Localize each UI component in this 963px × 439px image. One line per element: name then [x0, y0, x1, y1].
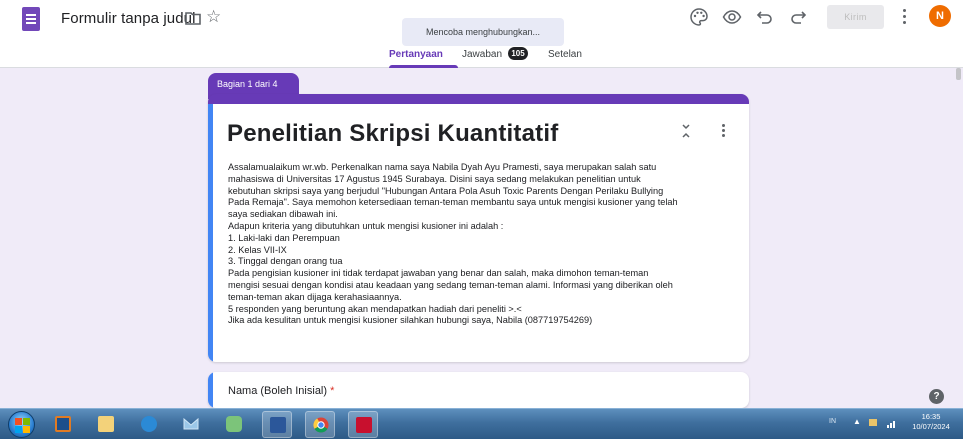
keyboard-language[interactable]: IN [829, 418, 836, 425]
description-line: kebutuhan skripsi saya yang berjudul "Hu… [228, 185, 664, 196]
start-logo-yellow [23, 426, 30, 433]
mail-glyph [183, 417, 199, 430]
focus-indicator-bar [208, 372, 213, 408]
description-line: mahasiswa di Universitas 17 Agustus 1945… [228, 173, 641, 184]
scrollbar-thumb[interactable] [956, 68, 961, 80]
description-line: Pada pengisian kusioner ini tidak terdap… [228, 268, 649, 279]
form-header-card[interactable]: Penelitian Skripsi Kuantitatif Assalamua… [208, 94, 749, 362]
required-asterisk: * [330, 385, 335, 397]
top-app-bar: Formulir tanpa judul ☆ Mencoba menghubun… [0, 0, 963, 68]
windows-start-button[interactable] [8, 411, 35, 438]
chrome-icon[interactable] [305, 411, 335, 438]
page-scrollbar[interactable] [952, 68, 963, 408]
clock-date: 10/07/2024 [912, 422, 950, 431]
start-logo-green [23, 418, 30, 425]
question-label: Nama (Boleh Inisial) [228, 385, 328, 397]
description-line: mengisi sesuai dengan kondisi atau keada… [228, 279, 673, 290]
description-line: Jika ada kesulitan untuk mengisi kusione… [228, 315, 593, 326]
word-glyph [270, 417, 286, 433]
forms-line [26, 14, 36, 16]
mail-icon[interactable] [176, 411, 206, 438]
tab-questions[interactable]: Pertanyaan [389, 49, 443, 60]
start-logo-red [15, 418, 22, 425]
network-volume-icon[interactable] [867, 417, 901, 429]
document-title[interactable]: Formulir tanpa judul [61, 10, 196, 27]
show-hidden-icons-icon[interactable]: ▲ [853, 417, 861, 426]
question-title[interactable]: Nama (Boleh Inisial) * [228, 385, 334, 397]
ie-glyph [141, 416, 157, 432]
form-title[interactable]: Penelitian Skripsi Kuantitatif [227, 120, 558, 148]
palette-icon[interactable] [689, 7, 709, 27]
start-logo-blue [15, 426, 22, 433]
help-icon[interactable]: ? [929, 389, 944, 404]
system-tray: IN ▲ 16:35 10/07/2024 [829, 409, 963, 439]
description-line: Pada Remaja". Saya memohon ketersediaan … [228, 197, 678, 208]
system-clock[interactable]: 16:35 10/07/2024 [901, 412, 961, 432]
section-more-options-icon[interactable] [722, 124, 725, 138]
description-line: Assalamualaikum wr.wb. Perkenalkan nama … [228, 162, 657, 172]
forms-line [26, 18, 36, 20]
description-line: Adapun kriteria yang dibutuhkan untuk me… [228, 220, 504, 231]
forms-line [26, 22, 36, 24]
clock-time: 16:35 [921, 412, 941, 421]
description-line: 1. Laki-laki dan Perempuan [228, 232, 340, 243]
tab-settings[interactable]: Setelan [548, 49, 582, 60]
chrome-glyph [313, 417, 329, 433]
avatar[interactable]: N [929, 5, 951, 27]
description-line: 2. Kelas VII-IX [228, 244, 287, 255]
description-line: saya sediakan dibawah ini. [228, 209, 338, 220]
responses-count-badge: 105 [508, 47, 528, 60]
file-explorer-icon[interactable] [91, 411, 121, 438]
chat-glyph [226, 416, 242, 432]
google-forms-icon[interactable] [22, 7, 40, 31]
description-line: teman-teman akan dijaga kerahasiaannya. [228, 291, 402, 302]
undo-icon[interactable] [755, 7, 775, 27]
pdf-reader-icon[interactable] [348, 411, 378, 438]
folder-icon[interactable] [185, 11, 201, 25]
preview-eye-icon[interactable] [722, 7, 742, 27]
connection-toast: Mencoba menghubungkan... [402, 18, 564, 46]
tab-responses[interactable]: Jawaban [462, 49, 502, 60]
active-tab-indicator [389, 65, 458, 68]
internet-explorer-icon[interactable] [134, 411, 164, 438]
word-icon[interactable] [262, 411, 292, 438]
windows-taskbar: IN ▲ 16:35 10/07/2024 [0, 408, 963, 439]
media-player-glyph [55, 416, 71, 432]
redo-icon[interactable] [788, 7, 808, 27]
pdf-glyph [356, 417, 372, 433]
media-player-icon[interactable] [48, 411, 78, 438]
question-card[interactable]: Nama (Boleh Inisial) * [208, 372, 749, 408]
form-description[interactable]: Assalamualaikum wr.wb. Perkenalkan nama … [228, 162, 738, 327]
folder-glyph [98, 416, 114, 432]
focus-indicator-bar [208, 104, 213, 362]
chat-icon[interactable] [219, 411, 249, 438]
description-line: 3. Tinggal dengan orang tua [228, 256, 343, 267]
collapse-section-icon[interactable] [680, 123, 692, 139]
send-button[interactable]: Kirim [827, 5, 884, 29]
description-line: 5 responden yang beruntung akan mendapat… [228, 303, 522, 314]
star-icon[interactable]: ☆ [206, 8, 221, 26]
more-options-icon[interactable] [903, 9, 907, 25]
